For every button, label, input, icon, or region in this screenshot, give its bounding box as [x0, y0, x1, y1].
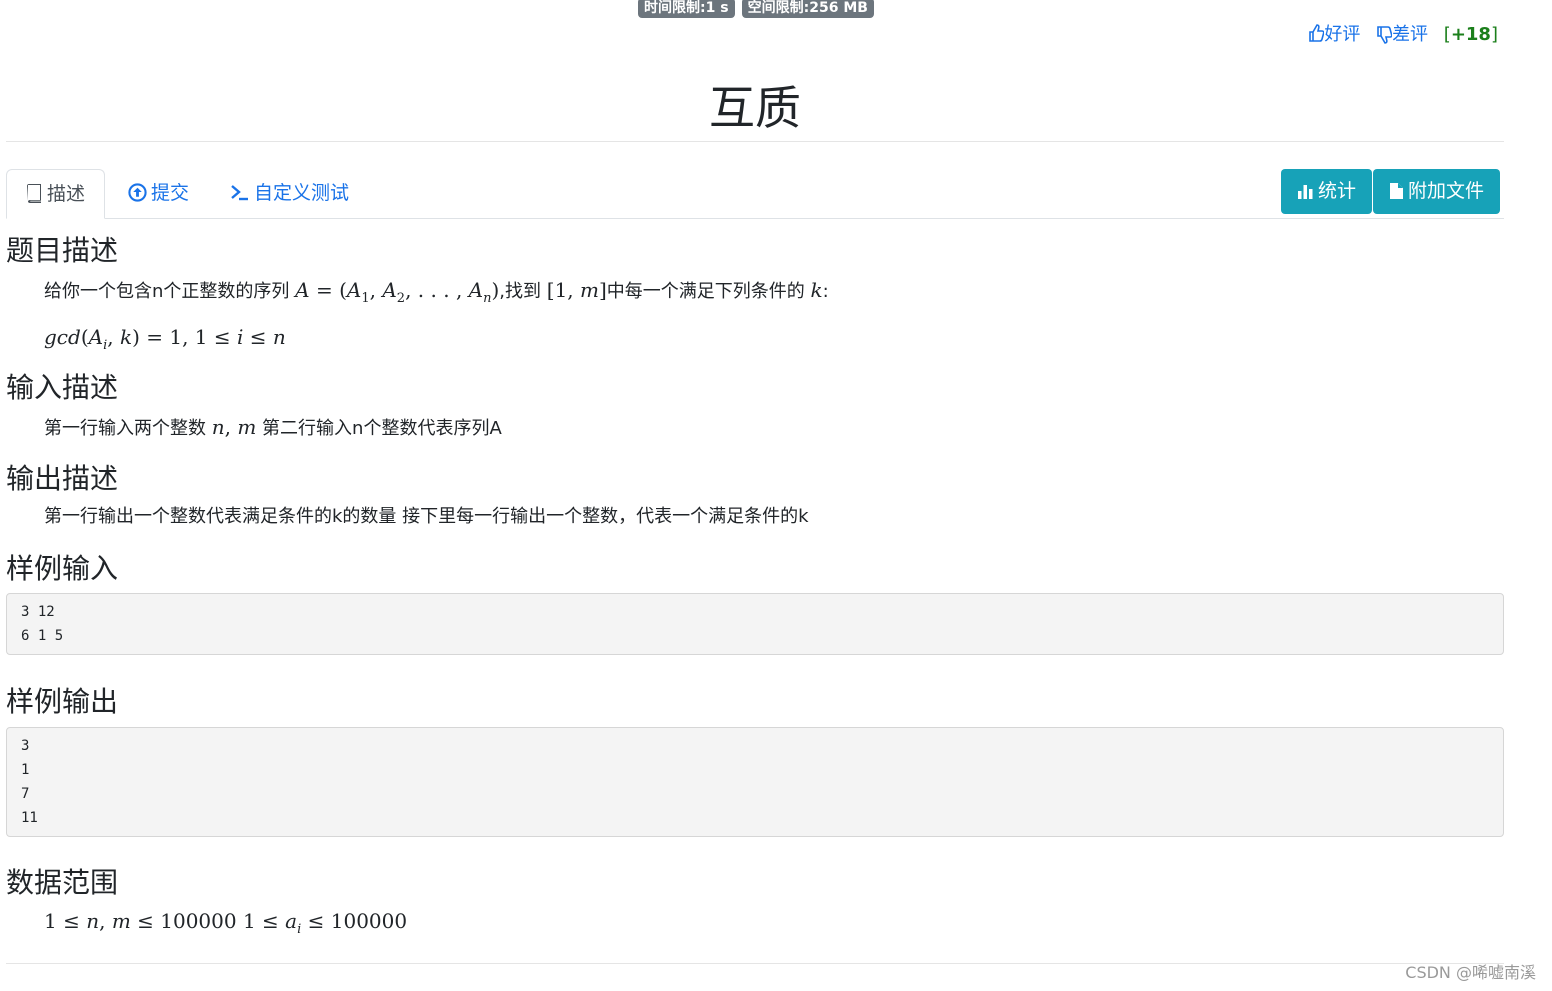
like-button[interactable]: 好评 — [1308, 24, 1366, 45]
file-icon — [1390, 183, 1404, 199]
tab-custom-test[interactable]: 自定义测试 — [230, 169, 349, 218]
sample-input-heading: 样例输入 — [6, 552, 119, 585]
watermark: CSDN @唏嘘南溪 — [1405, 963, 1536, 982]
title-divider — [6, 141, 1504, 142]
thumbs-up-icon — [1309, 24, 1325, 42]
dislike-label: 差评 — [1392, 24, 1429, 45]
problem-tabs: 描述 提交 自定义测试 — [6, 169, 1504, 219]
output-heading: 输出描述 — [6, 462, 119, 495]
description-heading: 题目描述 — [6, 234, 119, 267]
gcd-condition-formula: gcd(Ai, k) = 1, 1 ≤ i ≤ n — [44, 325, 286, 353]
book-icon — [27, 184, 41, 203]
constraints-formula: 1 ≤ n, m ≤ 100000 1 ≤ ai ≤ 100000 — [44, 909, 408, 937]
nm-formula: n, m — [211, 415, 257, 439]
sample-output-block[interactable]: 3 1 7 11 — [6, 727, 1504, 837]
output-text: 第一行输出一个整数代表满足条件的k的数量 接下里每一行输出一个整数，代表一个满足… — [44, 506, 809, 527]
tab-submit[interactable]: 提交 — [128, 169, 189, 218]
upload-circle-icon — [128, 183, 147, 202]
input-heading: 输入描述 — [6, 371, 119, 404]
range-formula: [1, m] — [546, 278, 607, 302]
attachments-button[interactable]: 附加文件 — [1373, 169, 1501, 214]
statistics-button[interactable]: 统计 — [1281, 169, 1373, 214]
time-limit-badge: 时间限制:1 s — [638, 0, 735, 18]
thumbs-down-icon — [1377, 26, 1393, 44]
rating-bar: 好评 差评 [+18] — [1298, 20, 1498, 46]
description-text: 给你一个包含n个正整数的序列 A = (A1, A2, . . . , An),… — [44, 278, 829, 306]
tab-description[interactable]: 描述 — [6, 169, 106, 219]
k-variable: k — [810, 278, 823, 302]
bar-chart-icon — [1298, 185, 1313, 199]
problem-actions: 统计 附加文件 — [1281, 169, 1501, 214]
sequence-formula: A = (A1, A2, . . . , An) — [295, 278, 500, 306]
range-heading: 数据范围 — [6, 866, 119, 899]
dislike-button[interactable]: 差评 — [1376, 24, 1434, 45]
rating-score: [+18] — [1443, 24, 1498, 45]
limits-bar: 时间限制:1 s 空间限制:256 MB — [0, 0, 1512, 18]
memory-limit-badge: 空间限制:256 MB — [741, 0, 874, 18]
input-text: 第一行输入两个整数 n, m 第二行输入n个整数代表序列A — [44, 415, 502, 439]
score-value: +18 — [1450, 24, 1491, 45]
terminal-icon — [231, 185, 248, 201]
sample-output-heading: 样例输出 — [6, 685, 119, 718]
like-label: 好评 — [1324, 24, 1361, 45]
page-title: 互质 — [709, 81, 801, 135]
footer-divider — [6, 963, 1504, 964]
sample-input-block[interactable]: 3 12 6 1 5 — [6, 593, 1504, 655]
